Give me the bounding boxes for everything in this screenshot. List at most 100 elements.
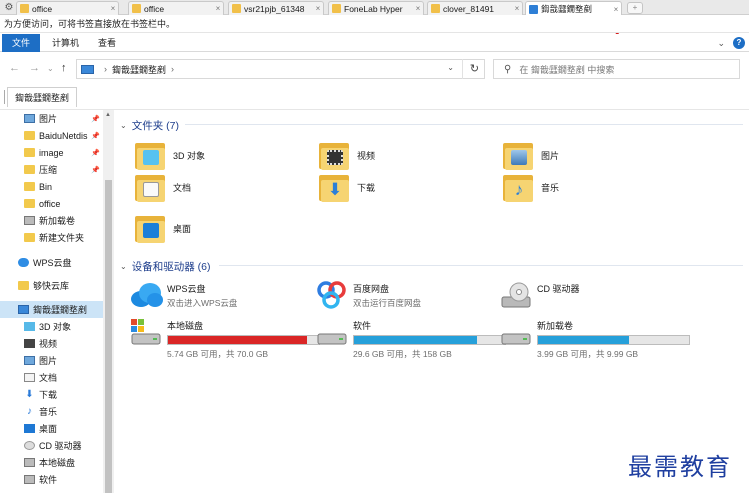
device-wps-cloud[interactable]: WPS云盘 双击进入WPS云盘 xyxy=(129,280,237,310)
3d-objects-icon xyxy=(24,322,35,331)
new-tab-button[interactable]: + xyxy=(627,2,643,14)
sidebar-item-pictures[interactable]: 图片 📌 xyxy=(0,110,103,127)
back-arrow-icon[interactable]: ← xyxy=(9,62,20,74)
cd-drive-icon xyxy=(501,282,531,308)
sidebar-item-software[interactable]: 软件 xyxy=(0,471,103,488)
location-tab[interactable]: 鍧戠瓥鐗堥剷 xyxy=(7,87,78,107)
navigation-pane: 图片 📌 BaiduNetdis 📌 image 📌 压缩 📌 Bin offi… xyxy=(0,110,114,493)
device-software-drive[interactable]: 软件 29.6 GB 可用，共 158 GB xyxy=(315,317,506,360)
address-dropdown-icon[interactable]: ⌄ xyxy=(447,63,454,72)
chevron-down-icon[interactable]: ⌄ xyxy=(717,38,725,49)
close-icon[interactable]: × xyxy=(413,4,423,13)
chevron-down-icon[interactable]: ⌄ xyxy=(120,121,127,130)
sidebar-item-compress[interactable]: 压缩 📌 xyxy=(0,161,103,178)
pin-icon: 📌 xyxy=(91,166,100,174)
sidebar-item-video[interactable]: 视频 xyxy=(0,335,103,352)
pictures-icon xyxy=(24,114,35,123)
device-cd-drive[interactable]: CD 驱动器 xyxy=(499,280,580,310)
sidebar-item-downloads[interactable]: ⬇ 下载 xyxy=(0,386,103,403)
folder-icon xyxy=(24,182,35,191)
folder-icon xyxy=(332,4,341,13)
drive-icon xyxy=(24,216,35,225)
drive-icon xyxy=(317,333,347,345)
sidebar-item-3d-objects[interactable]: 3D 对象 xyxy=(0,318,103,335)
forward-arrow-icon[interactable]: → xyxy=(29,62,40,74)
up-arrow-icon[interactable]: ↑ xyxy=(61,62,67,74)
browser-tab[interactable]: vsr21pjb_61348 × xyxy=(228,1,324,15)
folder-icon xyxy=(24,233,35,242)
sidebar-item-documents[interactable]: 文档 xyxy=(0,369,103,386)
sidebar-item-office[interactable]: office xyxy=(0,195,103,212)
pin-icon: 📌 xyxy=(91,115,100,123)
close-icon[interactable]: × xyxy=(108,4,118,13)
scrollbar-thumb[interactable] xyxy=(105,180,112,493)
device-new-volume[interactable]: 新加载卷 3.99 GB 可用，共 9.99 GB xyxy=(499,317,690,360)
device-baidu-netdisk[interactable]: 百度网盘 双击运行百度网盘 xyxy=(315,280,421,310)
folders-group-header[interactable]: ⌄ 文件夹 (7) xyxy=(120,118,179,133)
chevron-down-icon[interactable]: ⌄ xyxy=(120,262,127,271)
recent-chevron-icon[interactable]: ⌄ xyxy=(47,64,54,73)
wrench-icon[interactable]: ⚙ xyxy=(2,1,16,14)
drive-icon xyxy=(24,458,35,467)
tab-file[interactable]: 文件 xyxy=(2,34,40,52)
browser-tab[interactable]: office × xyxy=(16,1,119,15)
folder-documents[interactable]: 文档 xyxy=(135,167,191,207)
chevron-right-icon[interactable]: › xyxy=(104,64,107,74)
drive-icon xyxy=(24,475,35,484)
folder-desktop[interactable]: 桌面 xyxy=(135,208,191,248)
watermark-text: 最需教育 xyxy=(628,453,732,481)
scroll-up-icon[interactable]: ▲ xyxy=(105,112,111,118)
sidebar-scrollbar[interactable]: ▲ xyxy=(103,110,114,493)
ribbon-tabs: 文件 计算机 查看 ⌄ ? xyxy=(0,34,749,52)
downloads-icon: ⬇ xyxy=(319,171,349,203)
capacity-bar xyxy=(537,335,690,345)
windows-drive-icon xyxy=(131,319,161,345)
folder-icon xyxy=(132,4,141,13)
ribbon-controls: ⌄ ? xyxy=(717,37,745,49)
wps-cloud-icon xyxy=(131,283,163,307)
browser-tab[interactable]: office × xyxy=(128,1,224,15)
close-icon[interactable]: × xyxy=(313,4,323,13)
browser-tab-active[interactable]: 鍧戠瓥鐗堥剷 × xyxy=(525,1,622,16)
address-row: ← → ⌄ ↑ › 鍧戠瓥鐗堥剷 › ⌄ ↻ ⚲ 在 鍧戠瓥鐗堥剷 中搜索 xyxy=(0,54,749,84)
address-bar[interactable]: › 鍧戠瓥鐗堥剷 › ⌄ xyxy=(76,59,485,79)
pin-icon: 📌 xyxy=(91,132,100,140)
capacity-bar xyxy=(353,335,506,345)
sidebar-item-image[interactable]: image 📌 xyxy=(0,144,103,161)
search-icon: ⚲ xyxy=(504,63,512,75)
device-local-disk[interactable]: 本地磁盘 5.74 GB 可用，共 70.0 GB xyxy=(129,317,320,360)
browser-tab[interactable]: FoneLab Hyper × xyxy=(328,1,424,15)
refresh-button[interactable]: ↻ xyxy=(462,59,486,79)
close-icon[interactable]: × xyxy=(611,5,621,14)
folder-music[interactable]: ♪ 音乐 xyxy=(503,167,559,207)
drive-icon xyxy=(501,333,531,345)
search-input[interactable]: ⚲ 在 鍧戠瓥鐗堥剷 中搜索 xyxy=(493,59,740,79)
address-crumb[interactable]: 鍧戠瓥鐗堥剷 xyxy=(112,63,166,76)
capacity-bar xyxy=(167,335,320,345)
folder-downloads[interactable]: ⬇ 下载 xyxy=(319,167,375,207)
sidebar-item-new-volume[interactable]: 新加载卷 xyxy=(0,212,103,229)
sidebar-item-baidunetdis[interactable]: BaiduNetdis 📌 xyxy=(0,127,103,144)
bookmark-hint-bar: 为方便访问，可将书签直接放在书签栏中。 xyxy=(0,15,749,33)
devices-group-header[interactable]: ⌄ 设备和驱动器 (6) xyxy=(120,259,210,274)
sidebar-item-bin[interactable]: Bin xyxy=(0,178,103,195)
sidebar-item-wps-cloud[interactable]: WPS云盘 xyxy=(0,254,103,271)
close-icon[interactable]: × xyxy=(512,4,522,13)
cd-drive-icon xyxy=(24,441,35,450)
tab-view[interactable]: 查看 xyxy=(90,34,124,52)
tab-computer[interactable]: 计算机 xyxy=(44,34,87,52)
sidebar-item-cd-drive[interactable]: CD 驱动器 xyxy=(0,437,103,454)
sidebar-item-new-folder[interactable]: 新建文件夹 xyxy=(0,229,103,246)
folder-icon xyxy=(24,148,35,157)
chevron-right-icon[interactable]: › xyxy=(171,64,174,74)
sidebar-item-gokuai[interactable]: 够快云库 xyxy=(0,277,103,294)
sidebar-item-this-pc[interactable]: 鍧戠瓥鐗堥剷 xyxy=(0,301,103,318)
close-icon[interactable]: × xyxy=(213,4,223,13)
sidebar-item-local-disk[interactable]: 本地磁盘 xyxy=(0,454,103,471)
desktop-icon xyxy=(24,424,35,433)
browser-tab[interactable]: clover_81491 × xyxy=(427,1,523,15)
sidebar-item-desktop[interactable]: 桌面 xyxy=(0,420,103,437)
sidebar-item-music[interactable]: ♪ 音乐 xyxy=(0,403,103,420)
sidebar-item-pictures[interactable]: 图片 xyxy=(0,352,103,369)
help-icon[interactable]: ? xyxy=(733,37,745,49)
